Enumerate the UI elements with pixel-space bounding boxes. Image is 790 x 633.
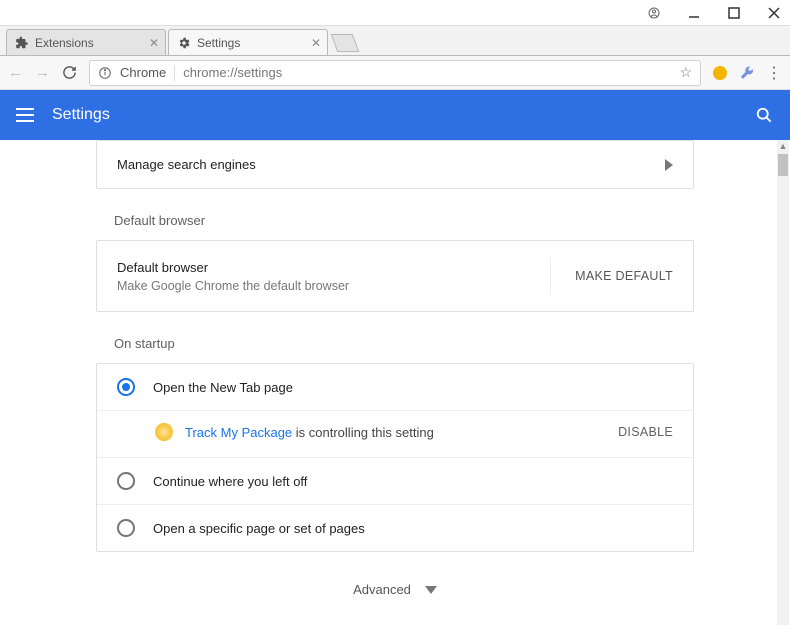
disable-button[interactable]: DISABLE: [618, 425, 673, 439]
user-profile-icon[interactable]: [648, 7, 660, 19]
option-label: Open the New Tab page: [153, 380, 293, 395]
minimize-button[interactable]: [688, 7, 700, 19]
radio-checked-icon[interactable]: [117, 378, 135, 396]
extension-badge-icon: [155, 423, 173, 441]
wrench-icon[interactable]: [739, 65, 754, 80]
startup-option-newtab[interactable]: Open the New Tab page: [97, 364, 693, 411]
window-titlebar: [0, 0, 790, 26]
bookmark-star-icon[interactable]: ☆: [679, 64, 692, 81]
reload-button[interactable]: [62, 65, 77, 80]
close-button[interactable]: [768, 7, 780, 19]
maximize-button[interactable]: [728, 7, 740, 19]
advanced-toggle[interactable]: Advanced: [14, 582, 776, 597]
close-icon[interactable]: ✕: [311, 36, 321, 50]
page-title: Settings: [52, 106, 110, 124]
radio-unchecked-icon[interactable]: [117, 519, 135, 537]
kebab-menu-icon[interactable]: ⋮: [766, 63, 782, 83]
url-text: chrome://settings: [183, 65, 282, 80]
tab-settings[interactable]: Settings ✕: [168, 29, 328, 55]
option-label: Continue where you left off: [153, 474, 307, 489]
new-tab-button[interactable]: [331, 34, 360, 52]
manage-search-engines-row[interactable]: Manage search engines: [96, 140, 694, 189]
default-browser-card: Default browser Make Google Chrome the d…: [96, 240, 694, 312]
radio-unchecked-icon[interactable]: [117, 472, 135, 490]
separator: [174, 65, 175, 81]
search-icon[interactable]: [754, 105, 774, 125]
chrome-chip: Chrome: [120, 65, 166, 80]
forward-button[interactable]: →: [35, 64, 50, 81]
gear-icon: [177, 36, 191, 50]
scroll-up-icon[interactable]: ▲: [777, 140, 789, 152]
section-default-browser: Default browser: [114, 213, 776, 228]
startup-option-specific[interactable]: Open a specific page or set of pages: [97, 505, 693, 551]
tab-label: Extensions: [35, 36, 94, 50]
controlled-by-extension-notice: Track My Package is controlling this set…: [97, 411, 693, 458]
make-default-button[interactable]: MAKE DEFAULT: [550, 257, 673, 295]
scrollbar[interactable]: ▲: [777, 140, 789, 625]
puzzle-icon: [15, 36, 29, 50]
extension-icon[interactable]: [713, 66, 727, 80]
extension-name-link[interactable]: Track My Package: [185, 425, 292, 440]
address-bar[interactable]: Chrome chrome://settings ☆: [89, 60, 701, 86]
notice-text: is controlling this setting: [292, 425, 434, 440]
chevron-down-icon: [425, 586, 437, 594]
back-button[interactable]: ←: [8, 64, 23, 81]
info-icon: [98, 66, 112, 80]
chevron-right-icon: [665, 159, 673, 171]
advanced-label: Advanced: [353, 582, 411, 597]
hamburger-icon[interactable]: [16, 108, 34, 122]
browser-toolbar: ← → Chrome chrome://settings ☆ ⋮: [0, 56, 790, 90]
scrollbar-thumb[interactable]: [778, 154, 788, 176]
settings-header: Settings: [0, 90, 790, 140]
option-label: Open a specific page or set of pages: [153, 521, 365, 536]
section-on-startup: On startup: [114, 336, 776, 351]
startup-option-continue[interactable]: Continue where you left off: [97, 458, 693, 505]
tab-label: Settings: [197, 36, 240, 50]
close-icon[interactable]: ✕: [149, 36, 159, 50]
default-browser-subtitle: Make Google Chrome the default browser: [117, 279, 349, 293]
default-browser-title: Default browser: [117, 260, 349, 275]
content-area: Manage search engines Default browser De…: [14, 140, 776, 625]
tab-extensions[interactable]: Extensions ✕: [6, 29, 166, 55]
tab-strip: Extensions ✕ Settings ✕: [0, 26, 790, 56]
row-label: Manage search engines: [117, 157, 256, 172]
on-startup-card: Open the New Tab page Track My Package i…: [96, 363, 694, 552]
